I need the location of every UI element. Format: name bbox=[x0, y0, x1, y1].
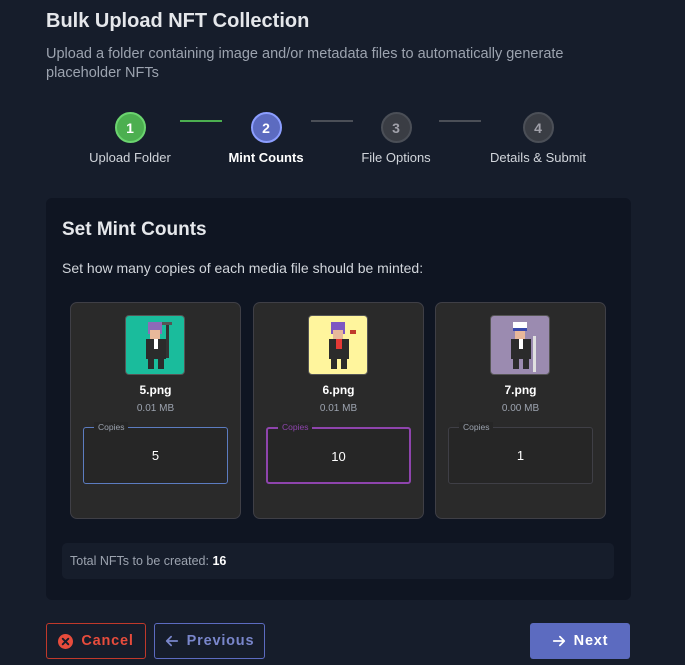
total-nfts-summary: Total NFTs to be created: 16 bbox=[62, 543, 614, 579]
next-label: Next bbox=[573, 633, 609, 649]
file-name: 6.png bbox=[322, 383, 355, 397]
copies-label: Copies bbox=[94, 422, 129, 432]
step-upload-folder[interactable]: 1 Upload Folder bbox=[60, 112, 200, 165]
copies-input[interactable]: Copies 10 bbox=[266, 422, 411, 484]
step-number-4: 4 bbox=[522, 112, 554, 143]
card-description: Set how many copies of each media file s… bbox=[62, 260, 424, 276]
cancel-button[interactable]: Cancel bbox=[46, 623, 146, 659]
copies-input[interactable]: Copies 5 bbox=[83, 422, 228, 484]
file-size: 0.00 MB bbox=[501, 403, 540, 414]
file-size: 0.01 MB bbox=[136, 403, 175, 414]
step-number-3: 3 bbox=[380, 112, 412, 143]
character-image-icon bbox=[329, 322, 356, 369]
copies-label: Copies bbox=[278, 422, 313, 432]
file-card-7: 7.png 0.00 MB Copies 1 bbox=[435, 302, 606, 519]
total-label: Total NFTs to be created: bbox=[70, 554, 209, 568]
copies-value: 1 bbox=[516, 448, 525, 463]
total-value: 16 bbox=[212, 554, 227, 568]
mint-counts-card: Set Mint Counts Set how many copies of e… bbox=[46, 198, 631, 600]
cancel-label: Cancel bbox=[81, 633, 134, 649]
character-image-icon bbox=[511, 322, 536, 372]
bulk-upload-dialog: Bulk Upload NFT Collection Upload a fold… bbox=[0, 0, 685, 665]
cancel-icon bbox=[58, 633, 74, 649]
step-label-4: Details & Submit bbox=[489, 150, 587, 165]
step-label-3: File Options bbox=[361, 150, 431, 165]
file-thumbnail bbox=[125, 315, 185, 375]
next-button[interactable]: Next bbox=[530, 623, 630, 659]
file-name: 5.png bbox=[139, 383, 172, 397]
copies-label: Copies bbox=[459, 422, 494, 432]
copies-value: 10 bbox=[331, 449, 346, 464]
file-card-5: 5.png 0.01 MB Copies 5 bbox=[70, 302, 241, 519]
page-subtitle: Upload a folder containing image and/or … bbox=[46, 46, 564, 81]
file-size: 0.01 MB bbox=[319, 403, 358, 414]
step-number-2: 2 bbox=[250, 112, 282, 143]
step-label-2: Mint Counts bbox=[228, 150, 304, 165]
card-title: Set Mint Counts bbox=[62, 219, 207, 240]
step-details-submit[interactable]: 4 Details & Submit bbox=[468, 112, 608, 165]
file-name: 7.png bbox=[504, 383, 537, 397]
copies-value: 5 bbox=[151, 448, 160, 463]
file-thumbnail bbox=[308, 315, 368, 375]
file-thumbnail bbox=[490, 315, 550, 375]
step-file-options[interactable]: 3 File Options bbox=[326, 112, 466, 165]
character-image-icon bbox=[146, 322, 172, 369]
arrow-left-icon bbox=[165, 634, 179, 648]
step-number-1: 1 bbox=[114, 112, 146, 143]
previous-button[interactable]: Previous bbox=[154, 623, 265, 659]
arrow-right-icon bbox=[552, 634, 566, 648]
step-label-1: Upload Folder bbox=[89, 150, 171, 165]
page-title: Bulk Upload NFT Collection bbox=[46, 10, 310, 32]
file-card-6: 6.png 0.01 MB Copies 10 bbox=[253, 302, 424, 519]
copies-input[interactable]: Copies 1 bbox=[448, 422, 593, 484]
previous-label: Previous bbox=[186, 633, 255, 649]
step-mint-counts[interactable]: 2 Mint Counts bbox=[196, 112, 336, 165]
